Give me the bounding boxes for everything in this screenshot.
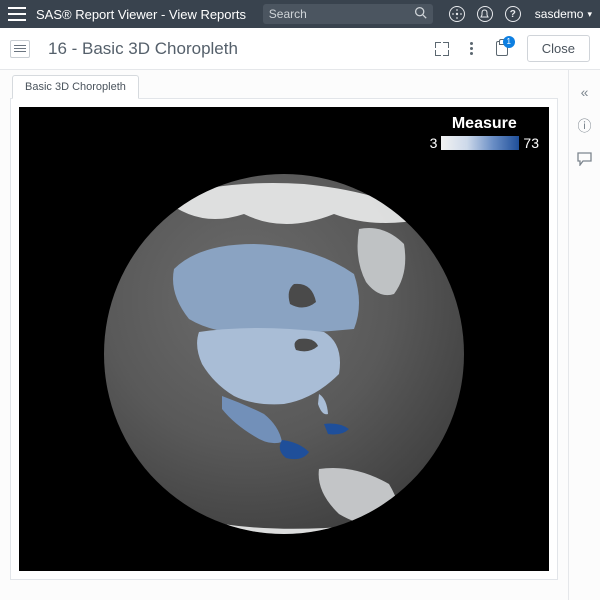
close-button[interactable]: Close (527, 35, 590, 62)
report-title: 16 - Basic 3D Choropleth (48, 39, 238, 59)
legend-title: Measure (430, 115, 539, 133)
more-options-icon[interactable] (463, 40, 481, 58)
report-body: Basic 3D Choropleth Measure 3 73 (0, 70, 600, 600)
report-canvas: Measure 3 73 (10, 98, 558, 580)
caret-down-icon: ▾ (587, 9, 592, 20)
tab-strip: Basic 3D Choropleth (0, 70, 568, 98)
info-icon[interactable]: ⓘ (578, 116, 592, 136)
report-list-icon[interactable] (10, 40, 30, 58)
report-toolbar: 16 - Basic 3D Choropleth 1 Close (0, 28, 600, 70)
right-sidebar: « ⓘ (568, 70, 600, 600)
apps-icon[interactable] (449, 6, 465, 22)
app-topbar: SAS® Report Viewer - View Reports ? sasd… (0, 0, 600, 28)
fullscreen-icon[interactable] (433, 40, 451, 58)
legend-min: 3 (430, 135, 438, 151)
user-menu[interactable]: sasdemo ▾ (535, 7, 592, 21)
legend: Measure 3 73 (430, 115, 539, 151)
clipboard-icon[interactable]: 1 (493, 40, 511, 58)
notifications-icon[interactable] (477, 6, 493, 22)
tab-basic-3d-choropleth[interactable]: Basic 3D Choropleth (12, 75, 139, 99)
hamburger-menu-icon[interactable] (8, 7, 26, 21)
app-title: SAS® Report Viewer - View Reports (36, 7, 246, 22)
user-name: sasdemo (535, 7, 584, 21)
help-icon[interactable]: ? (505, 6, 521, 22)
main-area: Basic 3D Choropleth Measure 3 73 (0, 70, 568, 600)
search-box[interactable] (263, 4, 433, 24)
choropleth-3d-viz[interactable]: Measure 3 73 (19, 107, 549, 571)
search-input[interactable] (269, 7, 410, 21)
badge-count: 1 (503, 36, 515, 48)
search-icon[interactable] (414, 6, 427, 22)
comment-icon[interactable] (577, 152, 592, 169)
collapse-sidebar-icon[interactable]: « (581, 84, 589, 100)
globe-svg (104, 174, 464, 534)
legend-gradient (441, 136, 519, 150)
globe[interactable] (104, 174, 464, 534)
legend-max: 73 (523, 135, 539, 151)
